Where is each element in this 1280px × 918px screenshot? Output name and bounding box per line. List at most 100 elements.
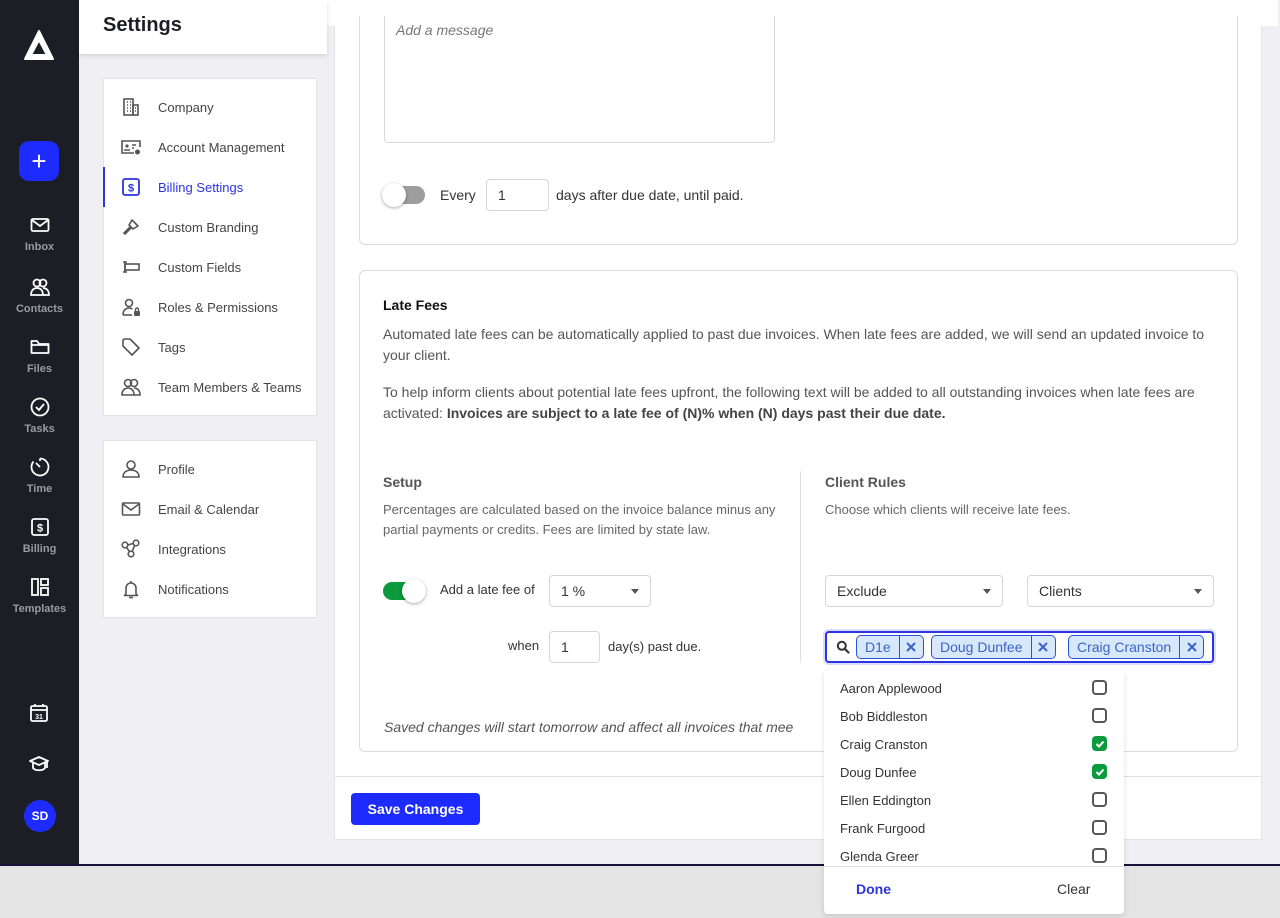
settings-nav-label: Company: [158, 100, 214, 115]
late-fee-toggle[interactable]: [383, 582, 424, 600]
chevron-down-icon: [631, 589, 639, 594]
contacts-icon: [29, 276, 51, 298]
add-fee-label: Add a late fee of: [440, 582, 535, 597]
settings-nav-item-custom-fields[interactable]: Custom Fields: [104, 247, 316, 287]
settings-nav-label: Profile: [158, 462, 195, 477]
client-chip-label: D1e: [857, 639, 899, 655]
late-fee-invoice-notice: Invoices are subject to a late fee of (N…: [447, 405, 946, 421]
remove-chip-button[interactable]: [1031, 636, 1055, 658]
rail-item-time[interactable]: Time: [0, 456, 79, 495]
user-lock-icon: [120, 296, 142, 318]
building-icon: [120, 96, 142, 118]
svg-text:$: $: [128, 183, 134, 195]
client-option-checkbox[interactable]: [1092, 764, 1107, 779]
save-changes-button[interactable]: Save Changes: [351, 793, 480, 825]
client-option-checkbox[interactable]: [1092, 708, 1107, 723]
reminder-card: Add a message Every 1 days after due dat…: [359, 16, 1238, 245]
dollar-box-icon: $: [120, 176, 142, 198]
settings-nav-label: Team Members & Teams: [158, 380, 302, 395]
svg-text:$: $: [36, 523, 42, 535]
every-days-input[interactable]: 1: [486, 179, 549, 211]
client-option[interactable]: Aaron Applewood: [824, 672, 1124, 700]
client-option[interactable]: Doug Dunfee: [824, 756, 1124, 784]
settings-nav-item-company[interactable]: Company: [104, 87, 316, 127]
client-option-checkbox[interactable]: [1092, 820, 1107, 835]
rail-item-billing[interactable]: $ Billing: [0, 516, 79, 555]
rail-item-templates[interactable]: Templates: [0, 576, 79, 615]
client-chip: Doug Dunfee: [931, 635, 1056, 659]
app-rail: + Inbox Contacts Files Tasks Time $ Bill…: [0, 0, 79, 866]
clear-button[interactable]: Clear: [1057, 881, 1090, 897]
settings-nav-item-integrations[interactable]: Integrations: [104, 529, 316, 569]
rail-item-files[interactable]: Files: [0, 336, 79, 375]
client-search-input[interactable]: D1e Doug Dunfee Craig Cranston: [825, 631, 1214, 663]
client-rules-title: Client Rules: [825, 474, 906, 490]
days-past-due-input[interactable]: 1: [549, 631, 600, 663]
rule-target-value: Clients: [1039, 583, 1082, 599]
settings-nav-item-email-calendar[interactable]: Email & Calendar: [104, 489, 316, 529]
rail-item-contacts[interactable]: Contacts: [0, 276, 79, 315]
client-dropdown: Aaron Applewood Bob Biddleston Craig Cra…: [824, 670, 1124, 914]
close-icon: [1038, 642, 1048, 652]
checkmark-icon: [1095, 767, 1105, 777]
mail-icon: [29, 214, 51, 236]
settings-nav-item-notifications[interactable]: Notifications: [104, 569, 316, 609]
client-options-list[interactable]: Aaron Applewood Bob Biddleston Craig Cra…: [824, 670, 1124, 863]
timer-icon: [29, 456, 51, 478]
rule-mode-select[interactable]: Exclude: [825, 575, 1003, 607]
team-icon: [120, 376, 142, 398]
create-new-button[interactable]: +: [19, 141, 59, 181]
every-label: Every: [440, 187, 476, 203]
close-icon: [1187, 642, 1197, 652]
column-divider: [800, 471, 801, 663]
tag-icon: [120, 336, 142, 358]
settings-nav-item-custom-branding[interactable]: Custom Branding: [104, 207, 316, 247]
calendar-icon[interactable]: 31: [28, 702, 50, 724]
setup-title: Setup: [383, 474, 422, 490]
client-option-checkbox[interactable]: [1092, 736, 1107, 751]
client-option-label: Glenda Greer: [840, 849, 919, 863]
user-icon: [120, 458, 142, 480]
plus-icon: +: [31, 148, 46, 174]
client-chip-label: Craig Cranston: [1069, 639, 1179, 655]
repeat-reminder-toggle[interactable]: [384, 186, 425, 204]
late-fee-percent-select[interactable]: 1 %: [549, 575, 651, 607]
scrollbar-track[interactable]: [1262, 26, 1278, 840]
client-option-checkbox[interactable]: [1092, 848, 1107, 863]
client-option[interactable]: Craig Cranston: [824, 728, 1124, 756]
client-option-label: Frank Furgood: [840, 821, 925, 836]
settings-nav-label: Account Management: [158, 140, 284, 155]
client-option[interactable]: Ellen Eddington: [824, 784, 1124, 812]
integrations-icon: [120, 538, 142, 560]
academy-icon[interactable]: [28, 753, 50, 775]
client-option-checkbox[interactable]: [1092, 680, 1107, 695]
svg-text:31: 31: [35, 714, 43, 721]
client-chip: D1e: [856, 635, 924, 659]
page-title: Settings: [103, 14, 182, 37]
client-option-checkbox[interactable]: [1092, 792, 1107, 807]
settings-nav-item-tags[interactable]: Tags: [104, 327, 316, 367]
client-option[interactable]: Frank Furgood: [824, 812, 1124, 840]
rule-target-select[interactable]: Clients: [1027, 575, 1214, 607]
settings-nav-item-account-management[interactable]: Account Management: [104, 127, 316, 167]
templates-icon: [29, 576, 51, 598]
remove-chip-button[interactable]: [1179, 636, 1203, 658]
client-option[interactable]: Bob Biddleston: [824, 700, 1124, 728]
message-textarea[interactable]: Add a message: [384, 16, 775, 143]
settings-nav-item-billing-settings[interactable]: $ Billing Settings: [104, 167, 316, 207]
user-avatar[interactable]: SD: [24, 800, 56, 832]
remove-chip-button[interactable]: [899, 636, 923, 658]
days-suffix: day(s) past due.: [608, 639, 701, 654]
rail-item-tasks[interactable]: Tasks: [0, 396, 79, 435]
settings-nav-item-team-members[interactable]: Team Members & Teams: [104, 367, 316, 407]
done-button[interactable]: Done: [856, 881, 891, 897]
rail-item-inbox[interactable]: Inbox: [0, 214, 79, 253]
settings-nav-item-roles-permissions[interactable]: Roles & Permissions: [104, 287, 316, 327]
rail-item-label: Inbox: [25, 241, 54, 253]
settings-nav-label: Custom Branding: [158, 220, 258, 235]
settings-nav-label: Integrations: [158, 542, 226, 557]
id-card-gear-icon: [120, 136, 142, 158]
client-option-label: Aaron Applewood: [840, 681, 942, 696]
client-option[interactable]: Glenda Greer: [824, 840, 1124, 863]
settings-nav-item-profile[interactable]: Profile: [104, 449, 316, 489]
